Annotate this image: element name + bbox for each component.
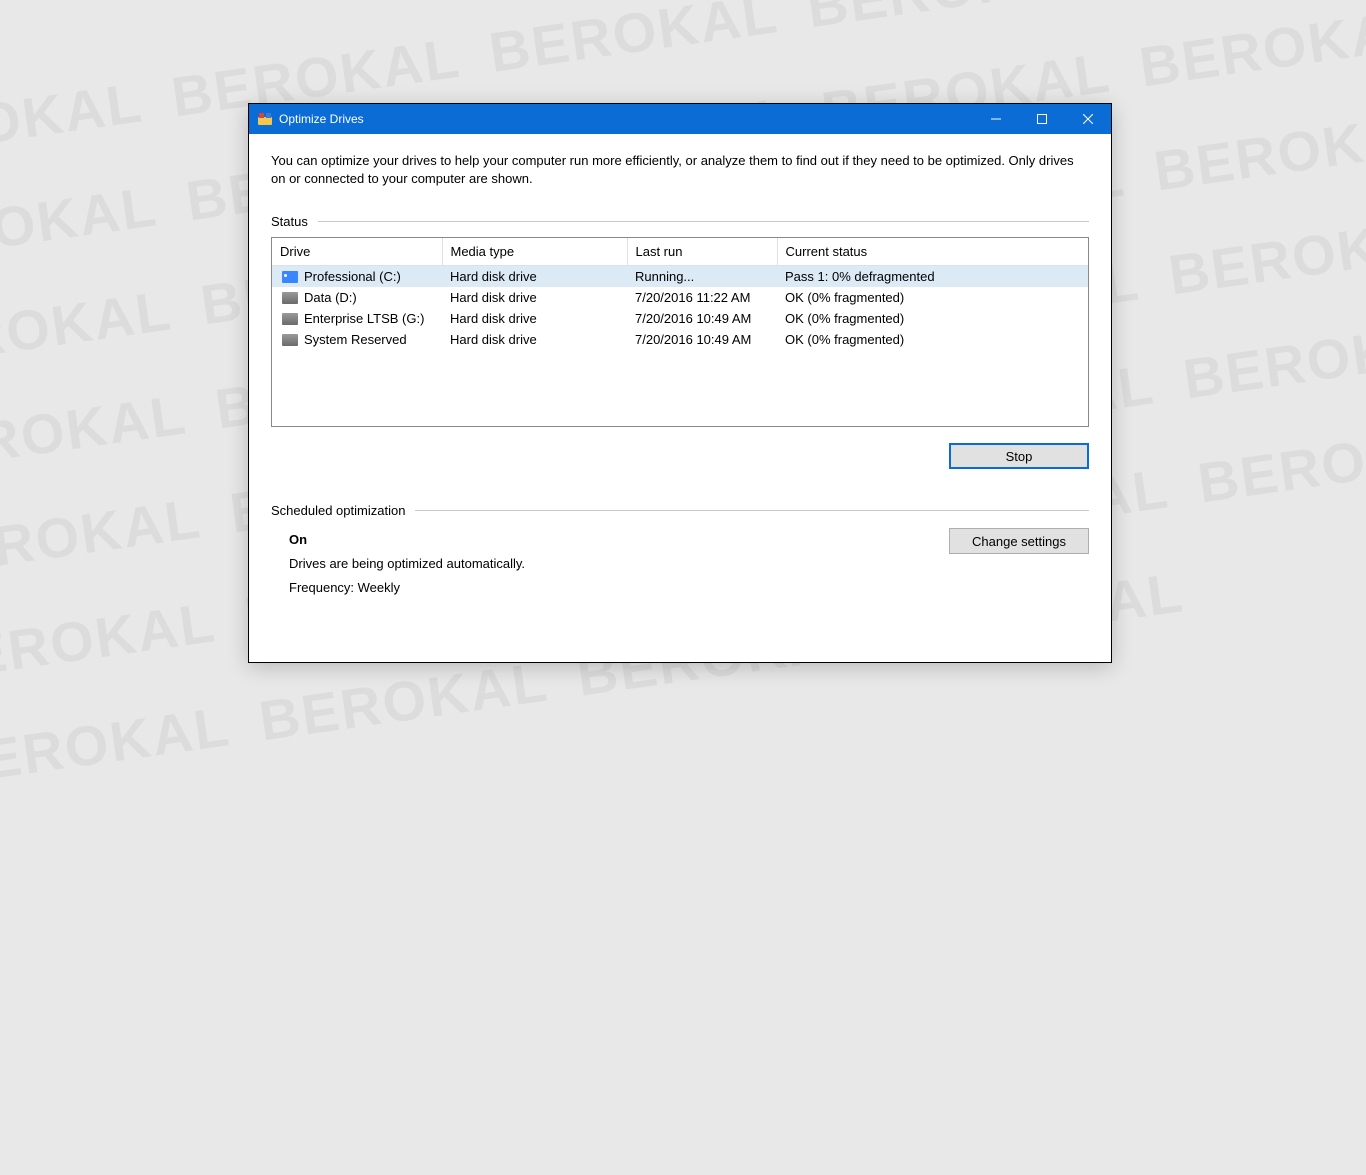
- scheduled-body: On Drives are being optimized automatica…: [271, 528, 1089, 600]
- status-cell: Pass 1: 0% defragmented: [777, 266, 1088, 288]
- last-run-cell: 7/20/2016 10:49 AM: [627, 329, 777, 350]
- status-cell: OK (0% fragmented): [777, 308, 1088, 329]
- col-status[interactable]: Current status: [777, 238, 1088, 266]
- status-section-label: Status: [271, 214, 1089, 229]
- scheduled-state: On: [289, 528, 929, 552]
- drives-table[interactable]: Drive Media type Last run Current status…: [272, 238, 1088, 350]
- last-run-cell: 7/20/2016 10:49 AM: [627, 308, 777, 329]
- scheduled-section-label: Scheduled optimization: [271, 503, 1089, 518]
- status-cell: OK (0% fragmented): [777, 329, 1088, 350]
- table-row[interactable]: Enterprise LTSB (G:) Hard disk drive7/20/…: [272, 308, 1088, 329]
- change-settings-button[interactable]: Change settings: [949, 528, 1089, 554]
- divider: [318, 221, 1089, 222]
- scheduled-section: Scheduled optimization On Drives are bei…: [271, 503, 1089, 600]
- app-icon: [257, 111, 273, 127]
- drive-name: Professional (C:): [304, 269, 401, 284]
- window-content: You can optimize your drives to help you…: [249, 134, 1111, 621]
- last-run-cell: 7/20/2016 11:22 AM: [627, 287, 777, 308]
- stop-button[interactable]: Stop: [949, 443, 1089, 469]
- last-run-cell: Running...: [627, 266, 777, 288]
- intro-text: You can optimize your drives to help you…: [271, 152, 1089, 188]
- status-cell: OK (0% fragmented): [777, 287, 1088, 308]
- drive-name: System Reserved: [304, 332, 407, 347]
- drive-disk-icon: [282, 292, 298, 304]
- drive-name: Data (D:): [304, 290, 357, 305]
- scheduled-text: On Drives are being optimized automatica…: [289, 528, 929, 600]
- action-button-row: Stop: [271, 443, 1089, 469]
- drive-cell: Professional (C:): [272, 266, 442, 288]
- drive-cell: Enterprise LTSB (G:): [272, 308, 442, 329]
- table-header-row: Drive Media type Last run Current status: [272, 238, 1088, 266]
- titlebar[interactable]: Optimize Drives: [249, 104, 1111, 134]
- window-title: Optimize Drives: [279, 112, 973, 126]
- drives-table-container: Drive Media type Last run Current status…: [271, 237, 1089, 427]
- window-controls: [973, 104, 1111, 134]
- table-row[interactable]: Data (D:) Hard disk drive7/20/2016 11:22 …: [272, 287, 1088, 308]
- table-row[interactable]: System Reserved Hard disk drive7/20/2016 …: [272, 329, 1088, 350]
- scheduled-label-text: Scheduled optimization: [271, 503, 405, 518]
- drive-disk-icon: [282, 334, 298, 346]
- drive-name: Enterprise LTSB (G:): [304, 311, 424, 326]
- table-row[interactable]: Professional (C:) Hard disk driveRunning.…: [272, 266, 1088, 288]
- drives-table-body: Professional (C:)Hard disk driveRunning.…: [272, 266, 1088, 351]
- drive-disk-icon: [282, 313, 298, 325]
- minimize-button[interactable]: [973, 104, 1019, 134]
- maximize-button[interactable]: [1019, 104, 1065, 134]
- media-cell: Hard disk drive: [442, 266, 627, 288]
- col-drive[interactable]: Drive: [272, 238, 442, 266]
- scheduled-desc: Drives are being optimized automatically…: [289, 552, 929, 576]
- col-last-run[interactable]: Last run: [627, 238, 777, 266]
- drive-cell: System Reserved: [272, 329, 442, 350]
- optimize-drives-window: Optimize Drives You can optimize your dr…: [248, 103, 1112, 663]
- media-cell: Hard disk drive: [442, 329, 627, 350]
- media-cell: Hard disk drive: [442, 287, 627, 308]
- drive-cell: Data (D:): [272, 287, 442, 308]
- col-media[interactable]: Media type: [442, 238, 627, 266]
- divider: [415, 510, 1089, 511]
- close-button[interactable]: [1065, 104, 1111, 134]
- drive-primary-icon: [282, 271, 298, 283]
- status-label-text: Status: [271, 214, 308, 229]
- media-cell: Hard disk drive: [442, 308, 627, 329]
- scheduled-frequency: Frequency: Weekly: [289, 576, 929, 600]
